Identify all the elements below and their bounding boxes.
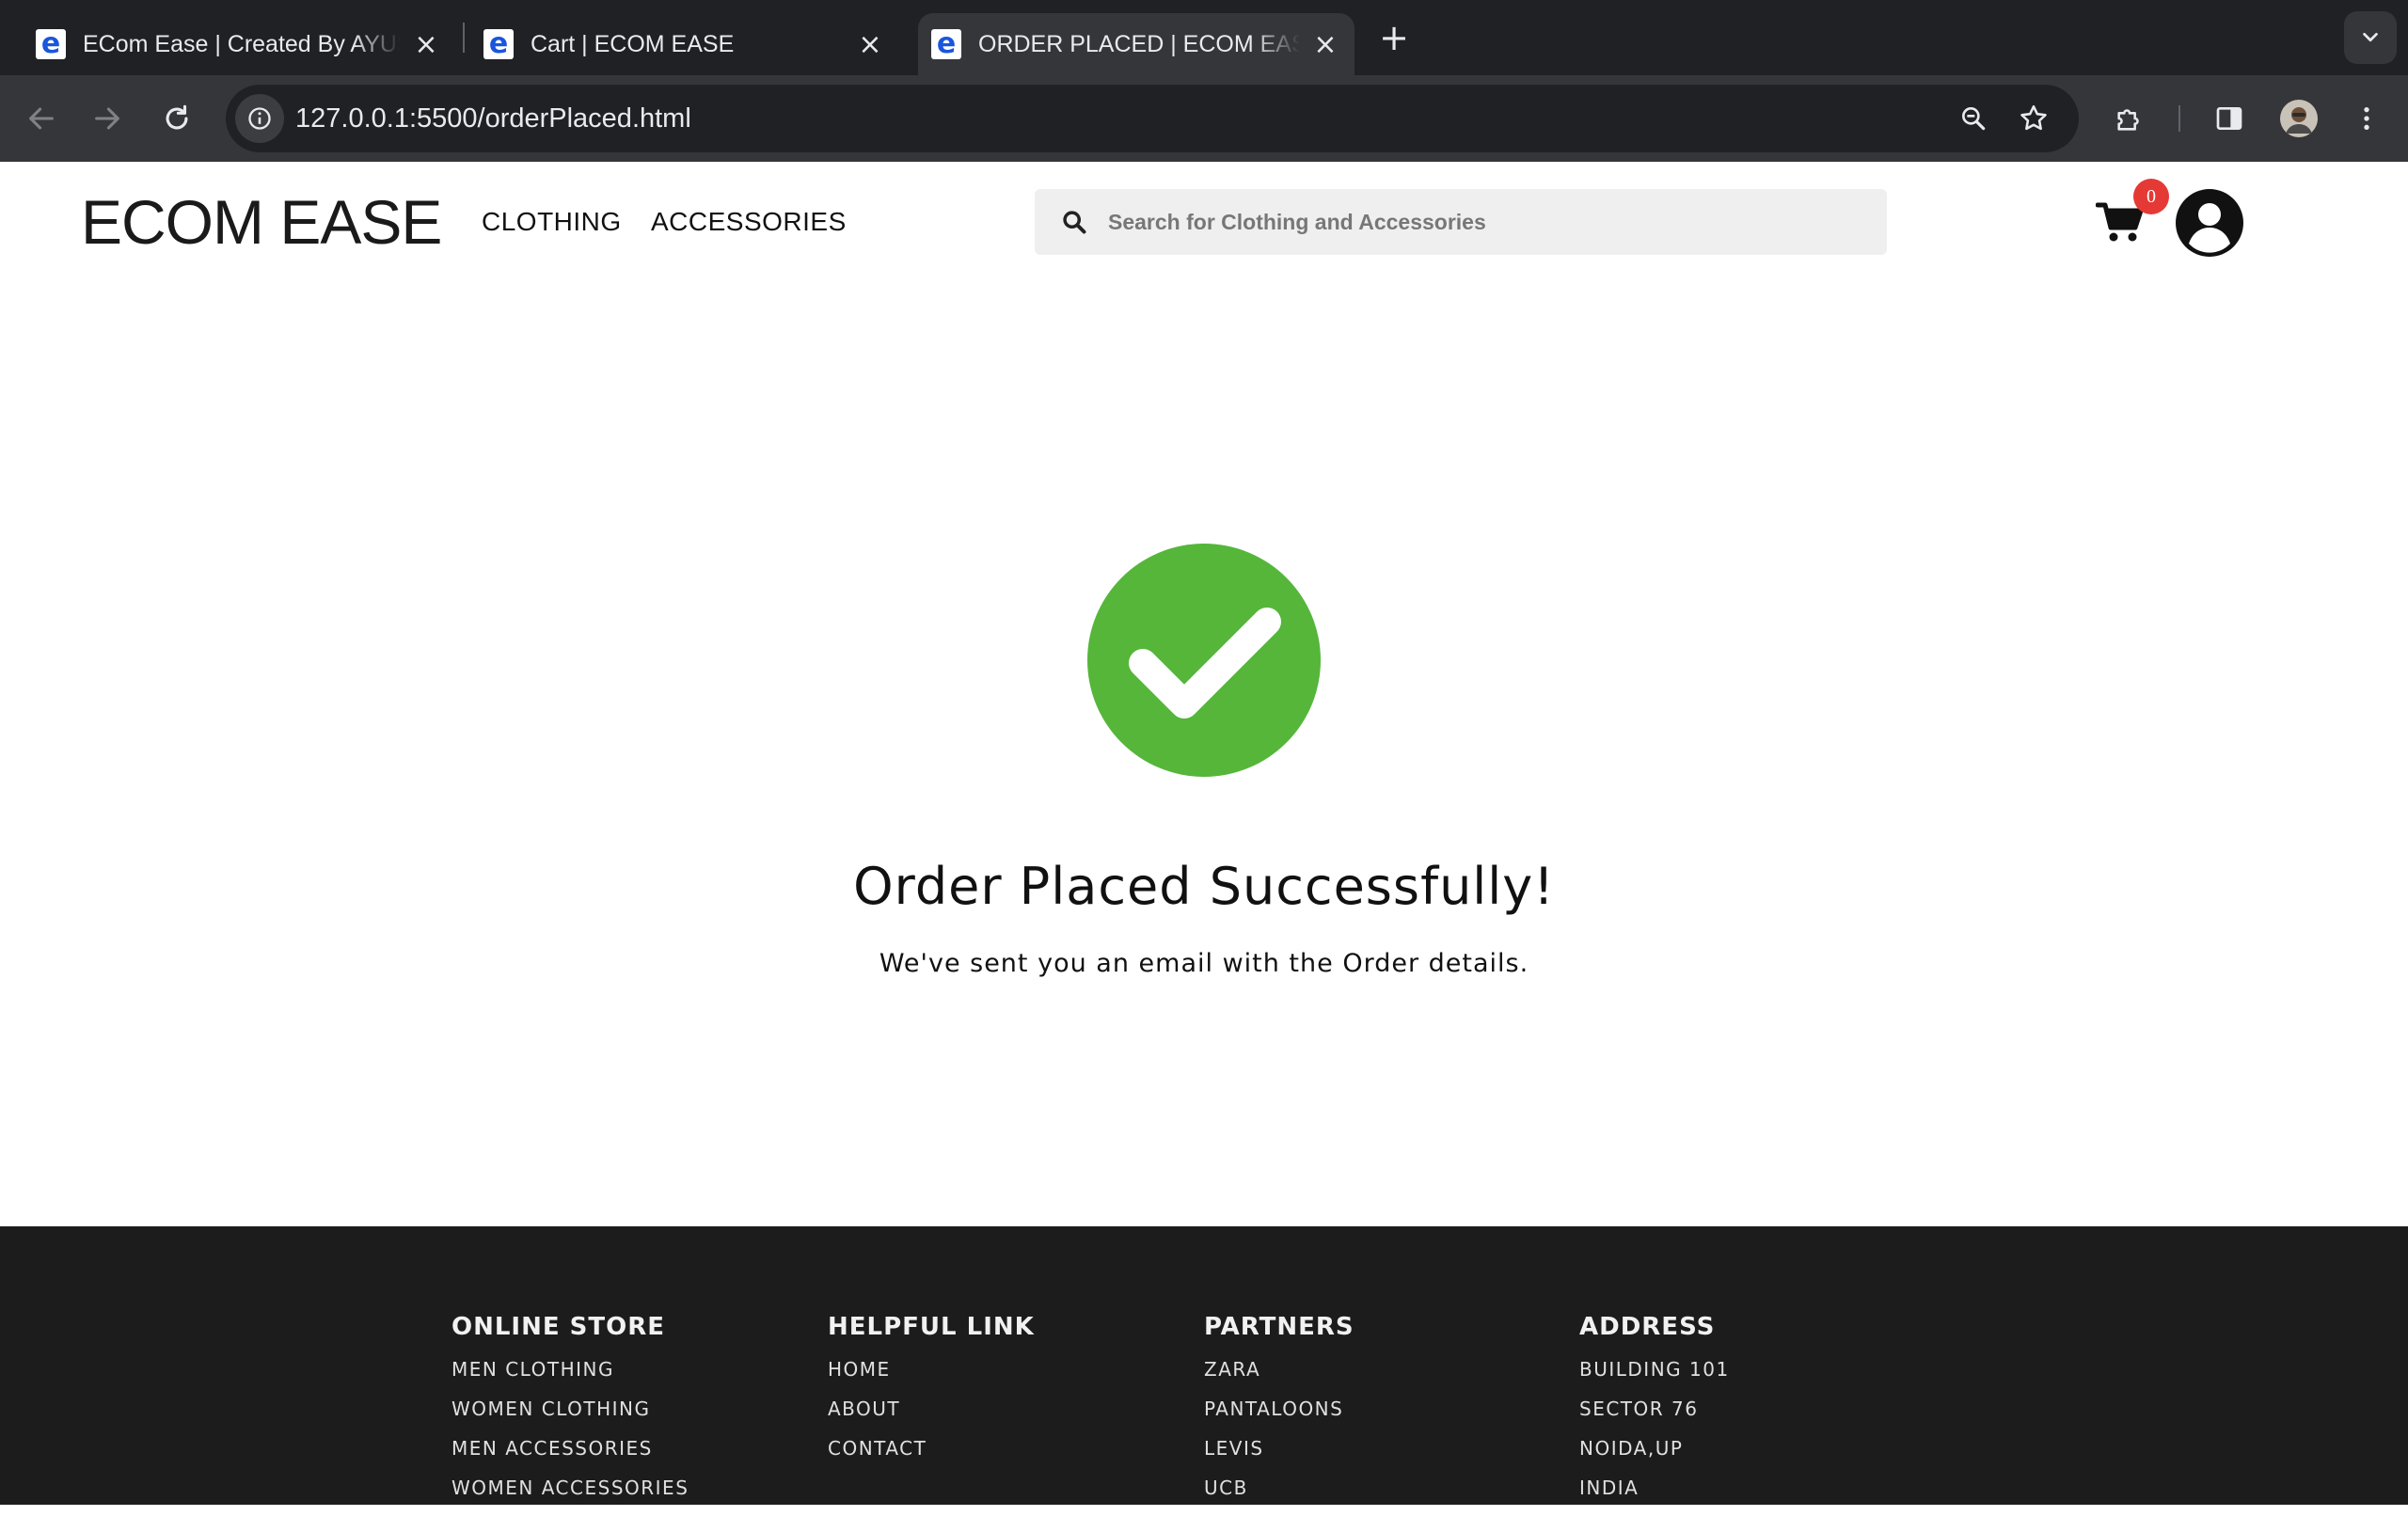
extensions-puzzle-icon[interactable] [2107,96,2152,141]
site-header: ECOM EASE CLOTHING ACCESSORIES 0 [0,162,2408,281]
footer-heading: ADDRESS [1579,1313,1716,1341]
arrow-left-icon [29,107,54,130]
footer-link[interactable]: MEN ACCESSORIES [452,1437,689,1477]
footer-link[interactable]: ZARA [1204,1358,1354,1398]
site-info-icon[interactable] [235,94,284,143]
new-tab-button[interactable]: + [1375,17,1413,58]
nav-accessories[interactable]: ACCESSORIES [651,207,847,237]
address-line: INDIA [1579,1477,1640,1499]
search-icon [1063,211,1086,234]
side-panel-icon[interactable] [2207,96,2252,141]
footer-link[interactable]: ABOUT [828,1398,1035,1437]
footer-link[interactable]: WOMEN ACCESSORIES [452,1477,689,1516]
forward-button[interactable] [85,96,130,141]
footer-link[interactable]: CONTACT [828,1437,1035,1477]
close-tab-icon[interactable]: × [854,28,886,61]
tab-title: Cart | ECOM EASE [531,30,735,57]
footer-heading: PARTNERS [1204,1313,1354,1341]
chevron-down-icon [2363,32,2378,42]
footer-link[interactable]: WOMEN CLOTHING [452,1398,689,1437]
footer-link[interactable]: LEVIS [1204,1437,1354,1477]
site-logo[interactable]: ECOM EASE [81,186,442,258]
search-input[interactable] [1108,189,1861,255]
tab-order-placed[interactable]: e ORDER PLACED | ECOM EASE × [918,13,1354,75]
browser-toolbar: 127.0.0.1:5500/orderPlaced.html [0,75,2408,162]
confirmation-title: Order Placed Successfully! [853,857,1555,916]
toolbar-divider [2178,105,2180,132]
tab-title: ORDER PLACED | ECOM EASE [978,30,1300,57]
tab-divider [463,23,465,53]
tab-title: ECom Ease | Created By AYUSH [83,30,401,57]
footer-heading: HELPFUL LINK [828,1313,1035,1341]
footer-column-online-store: ONLINE STORE MEN CLOTHING WOMEN CLOTHING… [452,1313,689,1516]
reload-button[interactable] [154,96,199,141]
nav-clothing[interactable]: CLOTHING [482,207,622,237]
tab-cart[interactable]: e Cart | ECOM EASE × [470,13,899,75]
footer-heading: ONLINE STORE [452,1313,666,1341]
profile-avatar[interactable] [2276,96,2321,141]
tab-ecom-ease-home[interactable]: e ECom Ease | Created By AYUSH × [23,13,455,75]
arrow-right-icon [95,107,119,130]
site-footer: ONLINE STORE MEN CLOTHING WOMEN CLOTHING… [0,1226,2408,1505]
address-line: BUILDING 101 [1579,1358,1730,1381]
footer-link[interactable]: PANTALOONS [1204,1398,1354,1437]
check-circle-icon [1087,544,1321,777]
tab-search-button[interactable] [2344,11,2397,64]
footer-column-partners: PARTNERS ZARA PANTALOONS LEVIS UCB [1204,1313,1354,1516]
footer-link[interactable]: UCB [1204,1477,1354,1516]
confirmation-subtitle: We've sent you an email with the Order d… [879,949,1529,978]
address-line: NOIDA,UP [1579,1437,1684,1460]
footer-link[interactable]: MEN CLOTHING [452,1358,689,1398]
e-logo-icon: e [931,29,961,59]
zoom-icon[interactable] [1953,98,1994,139]
user-account-icon[interactable] [2176,189,2243,257]
more-menu-icon[interactable] [2344,96,2389,141]
back-button[interactable] [19,96,64,141]
close-tab-icon[interactable]: × [1309,28,1341,61]
e-logo-icon: e [483,29,514,59]
footer-column-address: ADDRESS BUILDING 101 SECTOR 76 NOIDA,UP … [1579,1313,1730,1516]
cart-count-badge: 0 [2133,179,2169,214]
order-confirmation: Order Placed Successfully! We've sent yo… [0,281,2408,1226]
address-bar[interactable]: 127.0.0.1:5500/orderPlaced.html [226,85,2079,152]
url-text[interactable]: 127.0.0.1:5500/orderPlaced.html [295,85,691,152]
browser-tab-bar: e ECom Ease | Created By AYUSH × e Cart … [0,0,2408,75]
close-tab-icon[interactable]: × [410,28,442,61]
footer-link[interactable]: HOME [828,1358,1035,1398]
footer-column-helpful-link: HELPFUL LINK HOME ABOUT CONTACT [828,1313,1035,1477]
bookmark-star-icon[interactable] [2013,98,2054,139]
address-line: SECTOR 76 [1579,1398,1699,1420]
search-bar [1035,189,1887,255]
reload-icon [166,104,188,130]
e-logo-icon: e [36,29,66,59]
